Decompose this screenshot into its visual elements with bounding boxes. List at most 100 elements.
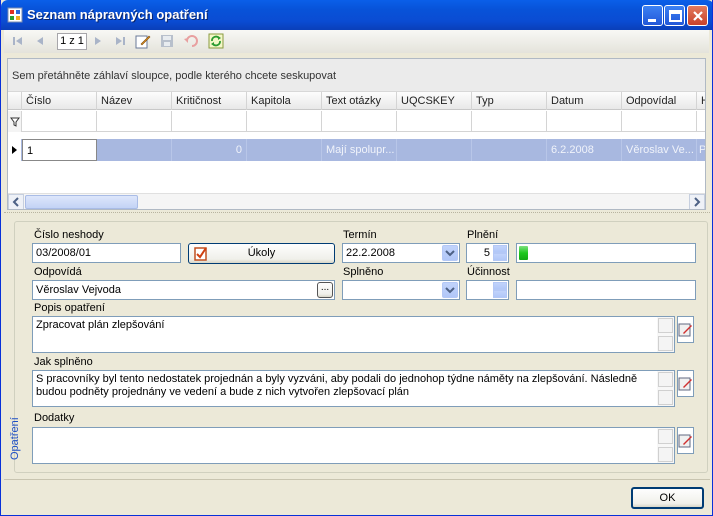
- jak-edit-button[interactable]: [677, 370, 694, 397]
- column-header-kriticnost[interactable]: Kritičnost: [172, 92, 247, 110]
- cell-datum[interactable]: 6.2.2008: [547, 139, 622, 161]
- scroll-right-button[interactable]: [689, 194, 705, 209]
- column-header-uqcskey[interactable]: UQCSKEY: [397, 92, 472, 110]
- filter-cell[interactable]: [247, 111, 322, 132]
- row-indicator: [8, 139, 21, 161]
- edit-note-icon: [678, 323, 692, 337]
- cell-typ[interactable]: [472, 139, 547, 161]
- refresh-icon[interactable]: [208, 33, 224, 49]
- minimize-button[interactable]: [642, 5, 663, 26]
- prev-icon[interactable]: [32, 33, 48, 49]
- group-by-area[interactable]: Sem přetáhněte záhlaví sloupce, podle kt…: [8, 59, 705, 92]
- cell-text-otazky[interactable]: Mají spolupr...: [322, 139, 397, 161]
- ucinnost-progress: [516, 280, 696, 300]
- ucinnost-spinner[interactable]: [493, 282, 507, 298]
- cell-kriticnost[interactable]: 0: [172, 139, 247, 161]
- popis-label: Popis opatření: [34, 302, 105, 314]
- termin-datepicker[interactable]: 22.2.2008: [342, 243, 460, 263]
- termin-value: 22.2.2008: [346, 247, 395, 259]
- chevron-left-icon: [12, 197, 19, 207]
- filter-cell[interactable]: [622, 111, 697, 132]
- scroll-down-button[interactable]: [658, 390, 673, 405]
- ukoly-button[interactable]: Úkoly: [188, 243, 335, 264]
- scroll-thumb[interactable]: [25, 195, 138, 209]
- spin-up-button[interactable]: [493, 282, 507, 290]
- column-header-h[interactable]: H: [697, 92, 705, 110]
- spin-up-button[interactable]: [493, 245, 507, 253]
- last-icon[interactable]: [112, 33, 128, 49]
- ok-button[interactable]: OK: [631, 487, 704, 509]
- filter-cell[interactable]: [322, 111, 397, 132]
- cell-odpovidal[interactable]: Věroslav Ve...: [622, 139, 697, 161]
- progress-fill: [519, 246, 528, 260]
- scroll-left-button[interactable]: [8, 194, 24, 209]
- column-header-odpovidal[interactable]: Odpovídal: [622, 92, 697, 110]
- cislo-neshody-field[interactable]: 03/2008/01: [32, 243, 181, 263]
- first-icon[interactable]: [10, 33, 26, 49]
- ukoly-button-label: Úkoly: [247, 247, 276, 259]
- popis-scrollbar[interactable]: [657, 317, 674, 352]
- splneno-datepicker[interactable]: [342, 280, 460, 300]
- jak-scrollbar[interactable]: [657, 371, 674, 406]
- popis-textarea[interactable]: Zpracovat plán zlepšování: [32, 316, 675, 353]
- scroll-up-button[interactable]: [658, 318, 673, 333]
- save-icon[interactable]: [159, 33, 175, 49]
- scroll-up-button[interactable]: [658, 429, 673, 444]
- filter-cell[interactable]: [547, 111, 622, 132]
- filter-cell[interactable]: [172, 111, 247, 132]
- browse-button[interactable]: ...: [317, 282, 333, 298]
- cell-cislo[interactable]: 1: [22, 139, 97, 161]
- maximize-button[interactable]: [664, 5, 685, 26]
- column-header-cislo[interactable]: Číslo: [22, 92, 97, 110]
- chevron-down-icon: [445, 250, 455, 257]
- close-button[interactable]: [687, 5, 708, 26]
- next-icon[interactable]: [90, 33, 106, 49]
- filter-icon[interactable]: [8, 111, 22, 132]
- plneni-progress: [516, 243, 696, 263]
- dodatky-textarea[interactable]: [32, 427, 675, 464]
- plneni-stepper[interactable]: 5: [466, 243, 509, 263]
- window: Seznam nápravných opatření 1 z 1 Sem pře…: [0, 0, 713, 516]
- dodatky-scrollbar[interactable]: [657, 428, 674, 463]
- filter-cell[interactable]: [397, 111, 472, 132]
- splneno-label: Splněno: [343, 266, 384, 278]
- spin-down-button[interactable]: [493, 253, 507, 261]
- dodatky-edit-button[interactable]: [677, 427, 694, 454]
- column-header-typ[interactable]: Typ: [472, 92, 547, 110]
- ucinnost-stepper[interactable]: [466, 280, 509, 300]
- filter-cell[interactable]: [472, 111, 547, 132]
- close-icon: [693, 11, 703, 21]
- filter-cell[interactable]: [97, 111, 172, 132]
- grid-header: Číslo Název Kritičnost Kapitola Text otá…: [8, 92, 705, 110]
- filter-cell[interactable]: [22, 111, 97, 132]
- chevron-right-icon: [694, 197, 701, 207]
- undo-icon[interactable]: [183, 33, 199, 49]
- position-indicator[interactable]: 1 z 1: [57, 33, 87, 50]
- splneno-dropdown-button[interactable]: [442, 282, 458, 298]
- popis-edit-button[interactable]: [677, 316, 694, 343]
- horizontal-scrollbar[interactable]: [8, 193, 705, 209]
- cell-h[interactable]: P: [697, 139, 705, 161]
- spin-down-button[interactable]: [493, 290, 507, 298]
- cell-nazev[interactable]: [97, 139, 172, 161]
- cell-uqcskey[interactable]: [397, 139, 472, 161]
- edit-icon[interactable]: [135, 33, 151, 49]
- scroll-down-button[interactable]: [658, 336, 673, 351]
- plneni-spinner[interactable]: [493, 245, 507, 261]
- termin-dropdown-button[interactable]: [442, 245, 458, 261]
- splitter[interactable]: [4, 212, 710, 215]
- odpovida-field[interactable]: Věroslav Vejvoda ...: [32, 280, 335, 300]
- jak-textarea[interactable]: S pracovníky byl tento nedostatek projed…: [32, 370, 675, 407]
- scroll-down-button[interactable]: [658, 447, 673, 462]
- column-header-text-otazky[interactable]: Text otázky: [322, 92, 397, 110]
- table-row[interactable]: 1 0 Mají spolupr... 6.2.2008 Věroslav Ve…: [8, 139, 705, 161]
- group-label: Opatření: [9, 417, 21, 460]
- scroll-up-button[interactable]: [658, 372, 673, 387]
- column-header-nazev[interactable]: Název: [97, 92, 172, 110]
- cell-kapitola[interactable]: [247, 139, 322, 161]
- title-bar[interactable]: Seznam nápravných opatření: [1, 0, 712, 30]
- maximize-icon: [669, 10, 682, 22]
- column-header-kapitola[interactable]: Kapitola: [247, 92, 322, 110]
- plneni-label: Plnění: [467, 229, 499, 241]
- column-header-datum[interactable]: Datum: [547, 92, 622, 110]
